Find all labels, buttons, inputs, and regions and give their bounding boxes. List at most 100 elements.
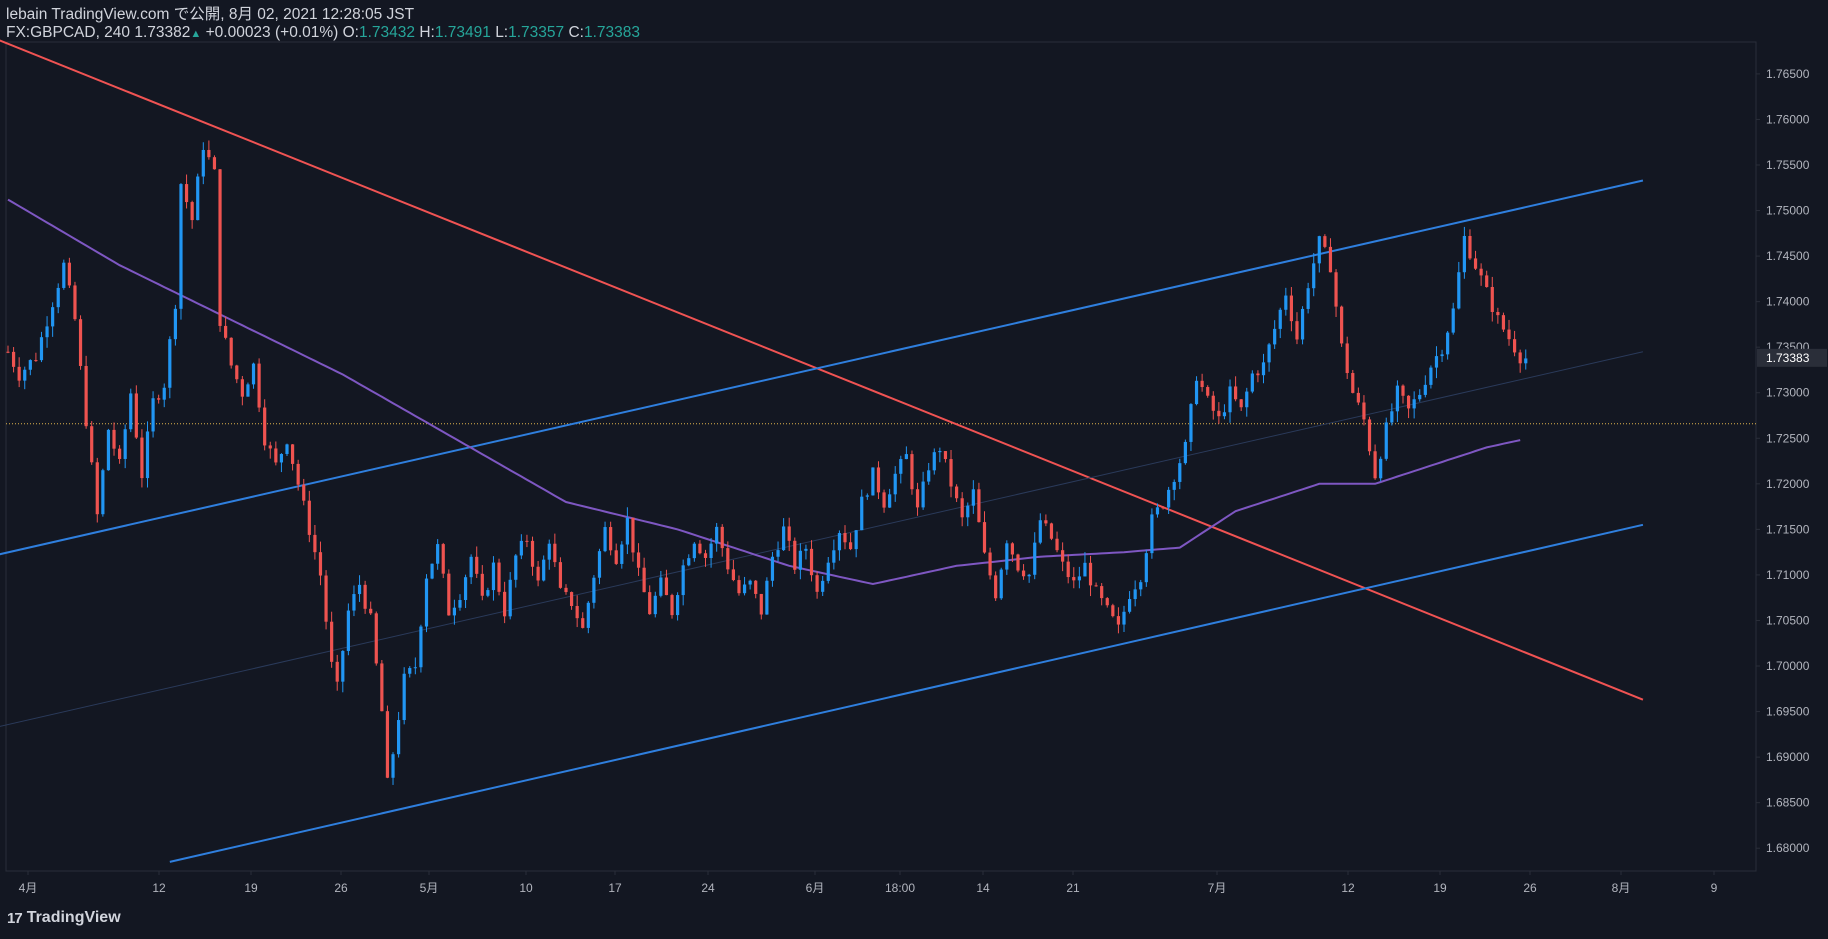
candle-body	[1300, 308, 1305, 340]
candle-body	[982, 522, 987, 553]
candle-body	[503, 591, 507, 617]
candle-body	[815, 575, 819, 592]
candle-body	[1462, 235, 1466, 273]
candle-body	[676, 595, 680, 616]
candle-body	[1139, 582, 1143, 590]
candle-body	[977, 489, 981, 523]
channel-lower-line[interactable]	[169, 523, 1644, 863]
candle-body	[1122, 611, 1126, 625]
x-axis[interactable]: 4月 12 19 26 5月 10 17 24 6月 18:00 14 21 7月 12 19 26 8月 9	[19, 871, 1718, 895]
candle-body	[670, 595, 674, 616]
candle-body	[1189, 404, 1193, 442]
candle-body	[134, 393, 138, 438]
trendline-layer	[0, 39, 1756, 863]
candle-body	[742, 584, 747, 594]
moving-average-layer	[7, 198, 1521, 586]
candle-body	[614, 550, 618, 564]
y-tick-label: 1.69000	[1766, 750, 1810, 764]
candle-body	[1306, 288, 1310, 309]
candle-body	[715, 526, 719, 544]
candle-body	[1222, 412, 1227, 417]
candle-body	[184, 184, 189, 203]
candle-body	[642, 567, 646, 593]
candle-body	[380, 663, 384, 712]
candle-body	[257, 363, 261, 408]
y-axis[interactable]: 1.68000 1.68500 1.69000 1.69500 1.70000 1.705…	[1756, 67, 1810, 855]
candle-body	[1401, 385, 1405, 396]
candle-body	[1206, 387, 1210, 396]
candle-body	[486, 590, 490, 596]
candle-body	[369, 608, 373, 614]
moving-average-line[interactable]	[7, 198, 1521, 586]
candle-body	[1379, 458, 1383, 479]
x-tick-label: 12	[152, 881, 166, 895]
candle-body	[106, 429, 111, 471]
candle-body	[1496, 311, 1500, 316]
candle-body	[553, 543, 557, 563]
candle-body	[447, 573, 451, 616]
candle-body	[703, 553, 708, 558]
candle-body	[28, 360, 32, 370]
y-tick-label: 1.73000	[1766, 386, 1810, 400]
y-tick-label: 1.71500	[1766, 522, 1810, 536]
candle-body	[1351, 373, 1355, 393]
candle-body	[318, 552, 323, 576]
candle-body	[201, 149, 205, 177]
downtrend-line[interactable]	[0, 39, 1644, 701]
y-tick-label: 1.76000	[1766, 112, 1810, 126]
candle-body	[95, 462, 99, 515]
candle-body	[698, 543, 702, 554]
y-tick-label: 1.70500	[1766, 613, 1810, 627]
x-tick-label: 6月	[806, 881, 825, 895]
candle-body	[1100, 586, 1104, 599]
candle-body	[782, 526, 786, 551]
candle-body	[1021, 570, 1026, 577]
candle-body	[1016, 554, 1020, 571]
x-tick-label: 10	[519, 881, 533, 895]
candle-body	[374, 613, 378, 664]
price-chart[interactable]: 1.68000 1.68500 1.69000 1.69500 1.70000 1.705…	[0, 0, 1828, 939]
candle-body	[1429, 367, 1433, 385]
candle-body	[1044, 520, 1048, 524]
candle-body	[1406, 395, 1411, 409]
candle-body	[586, 602, 590, 628]
candle-body	[491, 562, 496, 591]
candle-body	[424, 578, 429, 627]
candle-body	[408, 668, 412, 674]
candle-body	[860, 496, 864, 531]
candle-body	[1356, 392, 1360, 403]
candle-body	[1373, 451, 1377, 479]
candle-body	[1083, 562, 1087, 577]
candle-body	[1289, 295, 1293, 322]
candle-body	[1033, 542, 1037, 575]
candle-body	[51, 307, 55, 327]
candle-body	[798, 550, 802, 570]
candle-body	[653, 595, 657, 615]
candle-body	[575, 605, 579, 619]
candle-body	[67, 262, 71, 286]
candle-body	[687, 558, 691, 566]
candle-body	[1072, 577, 1076, 581]
candle-body	[558, 562, 563, 588]
candle-body	[1194, 380, 1199, 405]
candle-body	[6, 351, 10, 353]
candle-body	[826, 562, 830, 581]
candle-body	[1334, 272, 1338, 307]
candle-body	[23, 369, 27, 381]
candle-body	[145, 431, 150, 479]
candle-body	[1234, 386, 1238, 400]
candle-body	[564, 587, 568, 593]
candle-body	[921, 481, 925, 508]
candle-body	[765, 580, 769, 615]
channel-upper-line[interactable]	[0, 179, 1644, 556]
candle-body	[1150, 514, 1154, 554]
x-tick-label: 4月	[19, 881, 38, 895]
tradingview-logo[interactable]: 17 TradingView	[7, 909, 121, 927]
candle-body	[475, 556, 479, 574]
candle-body	[302, 484, 306, 501]
candle-body	[263, 407, 267, 446]
candle-body	[335, 661, 339, 682]
y-tick-label: 1.71000	[1766, 568, 1810, 582]
candle-body	[73, 285, 77, 320]
candle-body	[865, 495, 869, 497]
